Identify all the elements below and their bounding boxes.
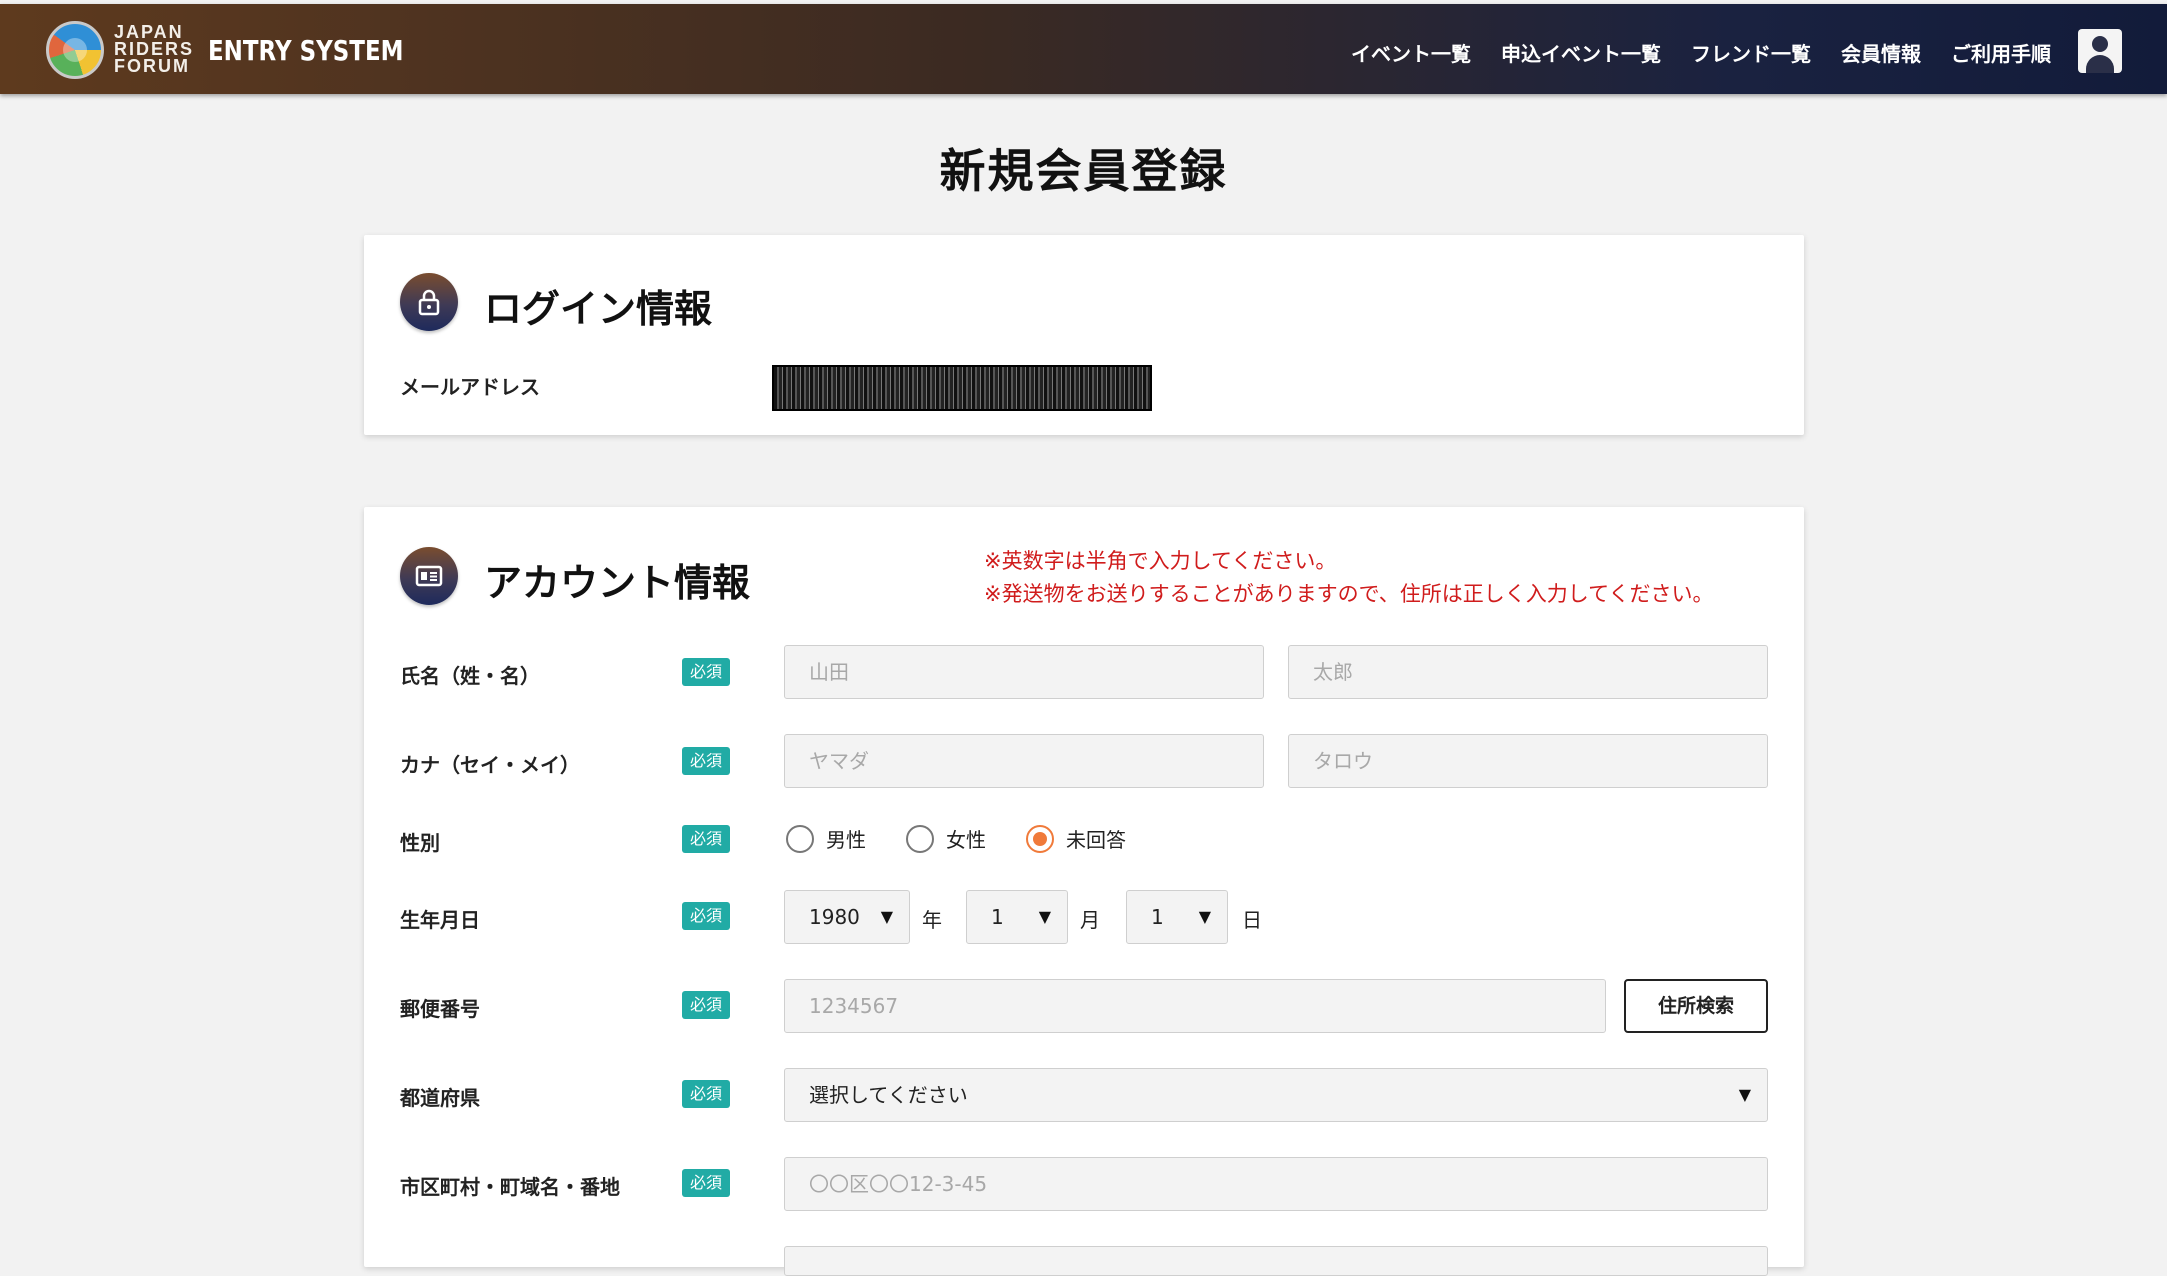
radio-circle[interactable]: [906, 824, 934, 853]
select-value: 1980: [809, 905, 860, 929]
nav-friend-list[interactable]: フレンド一覧: [1691, 38, 1811, 67]
prefecture-select[interactable]: 選択してください ▼: [784, 1068, 1768, 1122]
last-name-kana-input[interactable]: [784, 734, 1264, 788]
id-card-icon: [400, 547, 458, 605]
required-badge: 必須: [682, 658, 730, 686]
select-value: 1: [991, 905, 1004, 929]
nav-event-list[interactable]: イベント一覧: [1351, 38, 1471, 67]
gender-radio-male[interactable]: 男性: [786, 824, 866, 853]
address-label: 市区町村・町域名・番地: [400, 1175, 620, 1199]
caret-down-icon: ▼: [1198, 907, 1211, 926]
year-unit: 年: [922, 908, 942, 932]
nav-usage-guide[interactable]: ご利用手順: [1951, 38, 2051, 67]
login-info-card: ログイン情報 メールアドレス: [364, 235, 1804, 435]
top-header: JAPAN RIDERS FORUM ENTRY SYSTEM イベント一覧 申…: [0, 4, 2167, 94]
page-title: 新規会員登録: [939, 144, 1228, 198]
select-value: 1: [1151, 905, 1164, 929]
building-input-partial[interactable]: [784, 1246, 1768, 1276]
email-label: メールアドレス: [400, 375, 540, 399]
lock-icon: [400, 273, 458, 331]
caret-down-icon: ▼: [880, 907, 893, 926]
caret-down-icon: ▼: [1738, 1085, 1751, 1104]
user-avatar-icon[interactable]: [2078, 29, 2122, 73]
radio-label: 未回答: [1066, 828, 1126, 852]
caret-down-icon: ▼: [1038, 907, 1051, 926]
gender-radio-unanswered[interactable]: 未回答: [1026, 824, 1126, 853]
prefecture-label: 都道府県: [400, 1086, 480, 1110]
account-info-card: アカウント情報 ※英数字は半角で入力してください。 ※発送物をお送りすることがあ…: [364, 507, 1804, 1276]
section-title-account: アカウント情報: [484, 561, 751, 605]
birth-day-select[interactable]: 1 ▼: [1126, 890, 1228, 944]
birthday-label: 生年月日: [400, 908, 480, 932]
notice-address: ※発送物をお送りすることがありますので、住所は正しく入力してください。: [984, 582, 1714, 606]
radio-circle[interactable]: [1026, 824, 1054, 853]
birth-year-select[interactable]: 1980 ▼: [784, 890, 910, 944]
logo-emblem-icon[interactable]: [46, 21, 104, 79]
postal-code-label: 郵便番号: [400, 997, 480, 1021]
section-title-login: ログイン情報: [484, 287, 713, 331]
logo-line: FORUM: [114, 56, 190, 76]
kana-label: カナ（セイ・メイ）: [400, 753, 580, 777]
required-badge: 必須: [682, 747, 730, 775]
name-label: 氏名（姓・名）: [400, 664, 540, 688]
required-badge: 必須: [682, 1169, 730, 1197]
notice-halfwidth: ※英数字は半角で入力してください。: [984, 549, 1337, 573]
radio-label: 女性: [946, 828, 986, 852]
month-unit: 月: [1080, 908, 1100, 932]
avatar-body: [2086, 55, 2114, 73]
birth-month-select[interactable]: 1 ▼: [966, 890, 1068, 944]
first-name-input[interactable]: [1288, 645, 1768, 699]
last-name-input[interactable]: [784, 645, 1264, 699]
first-name-kana-input[interactable]: [1288, 734, 1768, 788]
address-input[interactable]: [784, 1157, 1768, 1211]
select-value: 選択してください: [809, 1083, 968, 1107]
required-badge: 必須: [682, 991, 730, 1019]
nav-member-info[interactable]: 会員情報: [1841, 38, 1921, 67]
gender-label: 性別: [400, 831, 440, 855]
logo-text[interactable]: JAPAN RIDERS FORUM: [114, 23, 204, 76]
postal-code-input[interactable]: [784, 979, 1606, 1033]
required-badge: 必須: [682, 1080, 730, 1108]
address-search-button[interactable]: 住所検索: [1624, 979, 1768, 1033]
required-badge: 必須: [682, 902, 730, 930]
avatar-head: [2092, 36, 2108, 52]
app-name[interactable]: ENTRY SYSTEM: [208, 34, 404, 67]
redacted-email-value: [772, 365, 1152, 411]
main-nav: イベント一覧 申込イベント一覧 フレンド一覧 会員情報 ご利用手順: [1351, 38, 2051, 67]
radio-circle[interactable]: [786, 824, 814, 853]
required-badge: 必須: [682, 825, 730, 853]
nav-applied-events[interactable]: 申込イベント一覧: [1501, 38, 1661, 67]
radio-label: 男性: [826, 828, 866, 852]
gender-radio-female[interactable]: 女性: [906, 824, 986, 853]
day-unit: 日: [1242, 908, 1262, 932]
